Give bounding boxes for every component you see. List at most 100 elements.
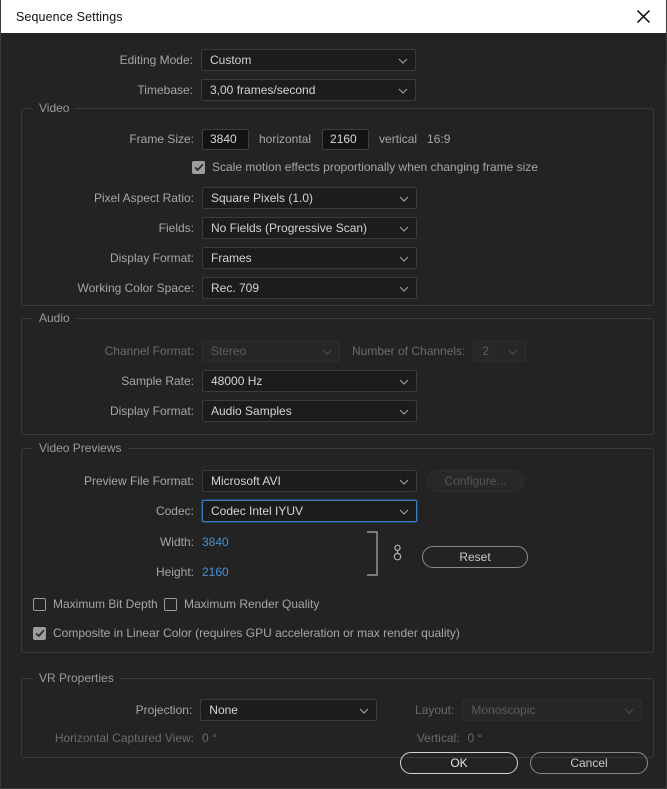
- reset-label: Reset: [459, 550, 491, 564]
- sample-rate-select[interactable]: 48000 Hz: [202, 370, 417, 392]
- video-previews-group: Video Previews Preview File Format: Micr…: [21, 441, 654, 653]
- vr-vertical-value: 0 °: [467, 731, 483, 745]
- check-icon: [193, 163, 204, 171]
- ok-button[interactable]: OK: [400, 752, 518, 774]
- max-bit-depth-label: Maximum Bit Depth: [53, 597, 158, 611]
- channel-format-row: Channel Format: Stereo Number of Channel…: [2, 340, 642, 362]
- cancel-button[interactable]: Cancel: [530, 752, 648, 774]
- chevron-down-icon: [624, 703, 634, 717]
- chevron-down-icon: [399, 504, 409, 518]
- frame-size-row: Frame Size: 3840 horizontal 2160 vertica…: [2, 128, 642, 150]
- horizontal-captured-value: 0 °: [202, 731, 217, 745]
- timebase-value: 3,00 frames/second: [210, 83, 316, 97]
- chevron-down-icon: [398, 83, 408, 97]
- pixel-aspect-label: Pixel Aspect Ratio:: [93, 191, 194, 205]
- scale-motion-checkbox-row[interactable]: Scale motion effects proportionally when…: [192, 160, 538, 174]
- preview-format-label: Preview File Format:: [83, 474, 194, 488]
- link-bracket: [366, 531, 382, 581]
- chain-link-icon[interactable]: [391, 543, 404, 567]
- editing-mode-value: Custom: [210, 53, 252, 67]
- frame-width-input[interactable]: 3840: [202, 128, 249, 150]
- projection-select[interactable]: None: [200, 699, 377, 721]
- fields-value: No Fields (Progressive Scan): [211, 221, 368, 235]
- color-space-select[interactable]: Rec. 709: [202, 277, 417, 299]
- reset-button[interactable]: Reset: [422, 546, 528, 568]
- chevron-down-icon: [399, 281, 409, 295]
- close-button[interactable]: [621, 0, 666, 33]
- chevron-down-icon: [508, 344, 518, 358]
- timebase-label: Timebase:: [137, 83, 193, 97]
- audio-group: Audio Channel Format: Stereo Number of C…: [21, 311, 654, 435]
- chevron-down-icon: [322, 344, 332, 358]
- preview-height-value[interactable]: 2160: [202, 565, 229, 579]
- max-bit-depth-checkbox[interactable]: [33, 597, 46, 611]
- layout-value: Monoscopic: [471, 703, 536, 717]
- fields-label: Fields:: [158, 221, 194, 235]
- configure-button: Configure...: [427, 470, 524, 492]
- pixel-aspect-select[interactable]: Square Pixels (1.0): [202, 187, 417, 209]
- audio-display-format-select[interactable]: Audio Samples: [202, 400, 417, 422]
- vertical-label: vertical: [379, 132, 418, 146]
- editing-mode-select[interactable]: Custom: [201, 49, 416, 71]
- preview-height-row: Height: 2160: [2, 561, 642, 583]
- close-icon: [636, 9, 651, 24]
- projection-row: Projection: None Layout: Monoscopic: [2, 699, 642, 721]
- configure-label: Configure...: [444, 474, 507, 488]
- num-channels-value: 2: [482, 344, 490, 358]
- video-display-format-row: Display Format: Frames: [2, 247, 642, 269]
- horizontal-label: horizontal: [259, 132, 312, 146]
- chevron-down-icon: [399, 404, 409, 418]
- editing-mode-row: Editing Mode: Custom: [1, 49, 641, 71]
- fields-row: Fields: No Fields (Progressive Scan): [2, 217, 642, 239]
- pixel-aspect-value: Square Pixels (1.0): [211, 191, 314, 205]
- projection-label: Projection:: [135, 703, 193, 717]
- composite-linear-row[interactable]: Composite in Linear Color (requires GPU …: [33, 626, 460, 640]
- preview-format-select[interactable]: Microsoft AVI: [202, 470, 417, 492]
- frame-size-label: Frame Size:: [129, 132, 194, 146]
- max-render-quality-label: Maximum Render Quality: [184, 597, 320, 611]
- audio-group-title: Audio: [33, 311, 76, 325]
- captured-view-row: Horizontal Captured View: 0 ° Vertical: …: [2, 727, 642, 749]
- num-channels-select: 2: [473, 340, 527, 362]
- projection-value: None: [209, 703, 238, 717]
- preview-height-label: Height:: [155, 565, 194, 579]
- scale-motion-checkbox[interactable]: [192, 160, 205, 174]
- codec-value: Codec Intel IYUV: [211, 504, 304, 518]
- audio-display-format-label: Display Format:: [109, 404, 194, 418]
- titlebar: Sequence Settings: [1, 0, 666, 33]
- chevron-down-icon: [399, 374, 409, 388]
- frame-height-value: 2160: [330, 132, 357, 146]
- sample-rate-value: 48000 Hz: [211, 374, 263, 388]
- preview-width-row: Width: 3840: [2, 531, 642, 553]
- preview-width-value[interactable]: 3840: [202, 535, 229, 549]
- codec-label: Codec:: [155, 504, 194, 518]
- ok-label: OK: [450, 756, 468, 770]
- video-previews-group-title: Video Previews: [33, 441, 128, 455]
- max-bit-depth-row[interactable]: Maximum Bit Depth: [33, 597, 158, 611]
- chevron-down-icon: [399, 474, 409, 488]
- right-edge-artifact: [664, 66, 666, 566]
- color-space-value: Rec. 709: [211, 281, 260, 295]
- codec-select[interactable]: Codec Intel IYUV: [202, 500, 417, 522]
- video-display-format-select[interactable]: Frames: [202, 247, 417, 269]
- video-group: Video Frame Size: 3840 horizontal 2160 v…: [21, 101, 654, 306]
- frame-height-input[interactable]: 2160: [322, 128, 370, 150]
- num-channels-label: Number of Channels:: [352, 344, 466, 358]
- pixel-aspect-row: Pixel Aspect Ratio: Square Pixels (1.0): [2, 187, 642, 209]
- aspect-ratio-text: 16:9: [427, 132, 451, 146]
- editing-mode-label: Editing Mode:: [119, 53, 193, 67]
- fields-select[interactable]: No Fields (Progressive Scan): [202, 217, 417, 239]
- preview-format-value: Microsoft AVI: [211, 474, 281, 488]
- sample-rate-label: Sample Rate:: [121, 374, 194, 388]
- chevron-down-icon: [399, 251, 409, 265]
- sample-rate-row: Sample Rate: 48000 Hz: [2, 370, 642, 392]
- composite-linear-checkbox[interactable]: [33, 626, 46, 640]
- max-render-quality-checkbox[interactable]: [164, 597, 177, 611]
- sequence-settings-dialog: Sequence Settings Editing Mode: Custom T…: [0, 0, 667, 789]
- timebase-select[interactable]: 3,00 frames/second: [201, 79, 416, 101]
- color-space-row: Working Color Space: Rec. 709: [2, 277, 642, 299]
- vr-properties-group: VR Properties Projection: None Layout: M…: [21, 671, 654, 758]
- video-group-title: Video: [33, 101, 76, 115]
- codec-row: Codec: Codec Intel IYUV: [2, 500, 642, 522]
- max-render-quality-row[interactable]: Maximum Render Quality: [164, 597, 319, 611]
